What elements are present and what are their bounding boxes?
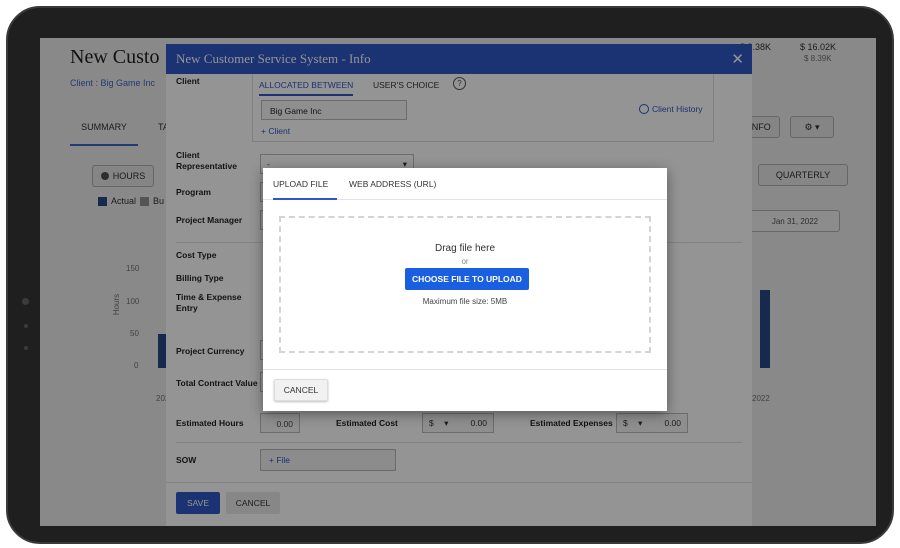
drag-file-text: Drag file here [434, 243, 496, 254]
side-sensor [24, 324, 28, 328]
max-file-size-text: Maximum file size: 5MB [422, 297, 508, 306]
tablet-frame: New Custo Client : Big Game Inc SUMMARY … [6, 6, 894, 544]
or-text: or [461, 257, 469, 266]
upload-dialog: UPLOAD FILE WEB ADDRESS (URL) Drag file … [263, 168, 667, 411]
side-button [22, 298, 29, 305]
side-sensor [24, 346, 28, 350]
choose-file-button[interactable]: CHOOSE FILE TO UPLOAD [405, 268, 529, 290]
screen: New Custo Client : Big Game Inc SUMMARY … [40, 38, 876, 526]
tab-web-address[interactable]: WEB ADDRESS (URL) [349, 179, 436, 189]
file-dropzone[interactable]: Drag file here or CHOOSE FILE TO UPLOAD … [279, 216, 651, 353]
tab-upload-file[interactable]: UPLOAD FILE [273, 179, 337, 200]
upload-cancel-button[interactable]: CANCEL [274, 379, 328, 401]
divider [263, 369, 667, 370]
upload-tabs: UPLOAD FILE WEB ADDRESS (URL) [263, 168, 667, 200]
